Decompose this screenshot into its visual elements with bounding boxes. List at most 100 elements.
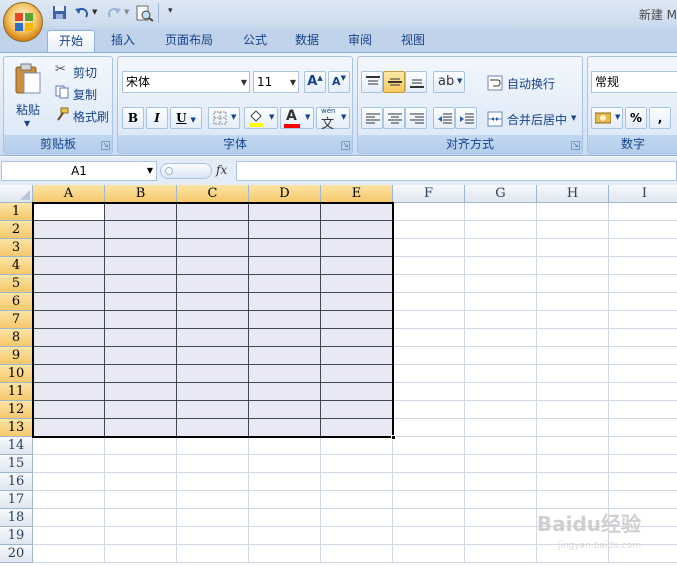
cell[interactable] [33, 365, 105, 383]
cell[interactable] [321, 473, 393, 491]
font-dialog-launcher-icon[interactable]: ↘ [341, 141, 350, 150]
row-header[interactable]: 2 [0, 221, 33, 239]
column-header[interactable]: D [249, 185, 321, 203]
cell[interactable] [537, 491, 609, 509]
cell[interactable] [249, 347, 321, 365]
cell[interactable] [249, 527, 321, 545]
merge-center-button[interactable]: 合并后居中 ▼ [484, 107, 580, 129]
cell[interactable] [393, 221, 465, 239]
cell[interactable] [465, 419, 537, 437]
cell[interactable] [537, 473, 609, 491]
underline-button[interactable]: U ▼ [170, 107, 202, 129]
cell[interactable] [249, 509, 321, 527]
cell[interactable] [537, 257, 609, 275]
cell[interactable] [393, 545, 465, 563]
cell[interactable] [537, 347, 609, 365]
row-header[interactable]: 16 [0, 473, 33, 491]
cell[interactable] [465, 221, 537, 239]
borders-button[interactable]: ▼ [208, 107, 240, 129]
row-header[interactable]: 9 [0, 347, 33, 365]
cell[interactable] [537, 275, 609, 293]
column-header[interactable]: A [33, 185, 105, 203]
fill-color-button[interactable]: ▼ [244, 107, 278, 129]
redo-dropdown-icon[interactable]: ▼ [124, 8, 130, 24]
paste-button[interactable]: 粘贴 ▼ [7, 60, 47, 130]
cell[interactable] [321, 401, 393, 419]
cell[interactable] [465, 275, 537, 293]
cell[interactable] [33, 437, 105, 455]
cell[interactable] [537, 293, 609, 311]
cell[interactable] [393, 203, 465, 221]
cell[interactable] [321, 293, 393, 311]
row-header[interactable]: 8 [0, 329, 33, 347]
cell[interactable] [537, 419, 609, 437]
cell[interactable] [105, 509, 177, 527]
column-header[interactable]: C [177, 185, 249, 203]
tab-review[interactable]: 审阅 [338, 30, 382, 52]
cell[interactable] [249, 221, 321, 239]
cell[interactable] [393, 311, 465, 329]
column-header[interactable]: E [321, 185, 393, 203]
cell[interactable] [321, 311, 393, 329]
cell[interactable] [393, 401, 465, 419]
tab-home[interactable]: 开始 [47, 30, 95, 52]
cell[interactable] [177, 347, 249, 365]
cell[interactable] [609, 437, 677, 455]
cell[interactable] [177, 437, 249, 455]
cell[interactable] [609, 473, 677, 491]
name-box[interactable]: A1 ▼ [1, 161, 157, 181]
row-header[interactable]: 18 [0, 509, 33, 527]
cell[interactable] [105, 401, 177, 419]
bold-button[interactable]: B [122, 107, 144, 129]
tab-page-layout[interactable]: 页面布局 [155, 30, 223, 52]
cell[interactable] [537, 239, 609, 257]
cell[interactable] [609, 419, 677, 437]
cell[interactable] [249, 365, 321, 383]
cell[interactable] [177, 221, 249, 239]
cell[interactable] [249, 473, 321, 491]
font-size-combo[interactable]: 11 ▼ [253, 71, 299, 93]
cell[interactable] [465, 527, 537, 545]
cell[interactable] [177, 293, 249, 311]
cell[interactable] [33, 347, 105, 365]
cell[interactable] [609, 365, 677, 383]
cell[interactable] [321, 383, 393, 401]
cell[interactable] [105, 473, 177, 491]
cell[interactable] [249, 419, 321, 437]
cell[interactable] [465, 347, 537, 365]
row-header[interactable]: 6 [0, 293, 33, 311]
italic-button[interactable]: I [146, 107, 168, 129]
row-header[interactable]: 11 [0, 383, 33, 401]
cell[interactable] [537, 221, 609, 239]
cell[interactable] [105, 455, 177, 473]
cell[interactable] [33, 473, 105, 491]
font-name-combo[interactable]: 宋体 ▼ [122, 71, 250, 93]
cell[interactable] [393, 293, 465, 311]
cell[interactable] [249, 329, 321, 347]
cell[interactable] [321, 437, 393, 455]
align-top-button[interactable] [361, 71, 383, 93]
cell[interactable] [537, 311, 609, 329]
decrease-indent-button[interactable] [433, 107, 455, 129]
cell[interactable] [249, 401, 321, 419]
cell[interactable] [177, 329, 249, 347]
cell[interactable] [177, 455, 249, 473]
cell[interactable] [177, 383, 249, 401]
cell[interactable] [177, 545, 249, 563]
cell[interactable] [105, 383, 177, 401]
cell[interactable] [609, 347, 677, 365]
tab-insert[interactable]: 插入 [101, 30, 145, 52]
cell[interactable] [321, 221, 393, 239]
cell[interactable] [33, 239, 105, 257]
cell[interactable] [465, 401, 537, 419]
cell[interactable] [321, 527, 393, 545]
cell[interactable] [609, 275, 677, 293]
print-preview-icon[interactable] [136, 5, 154, 22]
cell[interactable] [465, 329, 537, 347]
tab-view[interactable]: 视图 [391, 30, 435, 52]
shrink-font-button[interactable]: A▼ [328, 71, 350, 93]
cell[interactable] [609, 221, 677, 239]
formula-input[interactable] [236, 161, 677, 181]
cell[interactable] [393, 491, 465, 509]
orientation-button[interactable]: ab ▼ [433, 71, 465, 93]
